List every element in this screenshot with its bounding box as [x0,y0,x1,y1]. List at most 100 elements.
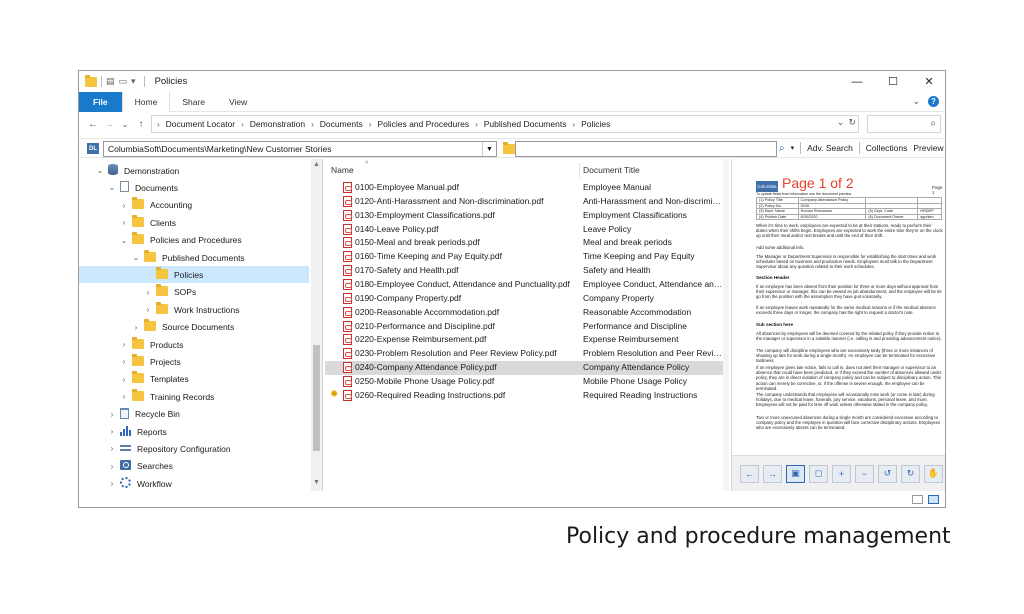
file-row[interactable]: 0150-Meal and break periods.pdf Meal and … [325,236,723,250]
file-row[interactable]: 0220-Expense Reimbursement.pdf Expense Re… [325,333,723,347]
file-row[interactable]: 0250-Mobile Phone Usage Policy.pdf Mobile… [325,375,723,389]
column-header-document-title[interactable]: Document Title [583,165,640,175]
zoom-in-button[interactable]: + [832,464,851,483]
tree-item-accounting[interactable]: › Accounting [79,197,309,214]
tree-item-training-records[interactable]: › Training Records [79,388,309,405]
column-divider[interactable] [579,163,580,179]
column-header-name[interactable]: Name [331,165,354,175]
chevron-right-icon[interactable]: › [107,479,117,488]
chevron-down-icon[interactable]: ▼ [482,142,496,156]
chevron-right-icon[interactable]: › [119,201,129,210]
zoom-out-button[interactable]: − [855,464,874,483]
tree-item-clients[interactable]: › Clients [79,214,309,231]
chevron-right-icon[interactable]: › [131,323,141,332]
collections-button[interactable]: Collections [866,143,908,153]
search-dropdown-icon[interactable]: ▾ [791,144,795,152]
tree-item-workflow[interactable]: › Workflow [79,475,309,491]
refresh-icon[interactable]: ↻ [848,117,856,128]
breadcrumb-demonstration[interactable]: Demonstration [250,119,305,129]
file-row[interactable]: 0240-Company Attendance Policy.pdf Compan… [325,361,723,375]
quick-search-input[interactable] [515,141,777,157]
tree-item-recycle-bin[interactable]: › Recycle Bin [79,406,309,423]
fit-width-button[interactable]: ◻ [809,464,828,483]
address-dropdown-icon[interactable]: ⌄ [837,117,845,128]
tree-item-work-instructions[interactable]: › Work Instructions [79,301,309,318]
folder-icon[interactable] [503,142,515,154]
previous-page-button[interactable]: ← [740,464,759,483]
search-icon[interactable]: ⌕ [930,118,936,129]
tree-item-templates[interactable]: › Templates [79,371,309,388]
tab-share[interactable]: Share [170,92,217,112]
file-row[interactable]: 0130-Employment Classifications.pdf Emplo… [325,209,723,223]
tree-item-projects[interactable]: › Projects [79,353,309,370]
chevron-right-icon[interactable]: › [107,427,117,436]
address-bar[interactable]: › Document Locator › Demonstration › Doc… [151,115,859,133]
chevron-down-icon[interactable]: ⌄ [95,166,105,175]
fit-page-button[interactable]: ▣ [786,464,805,483]
breadcrumb-policies[interactable]: Policies [581,119,610,129]
tree-item-products[interactable]: › Products [79,336,309,353]
pan-tool-button[interactable]: ✋ [924,464,943,483]
chevron-right-icon[interactable]: › [119,340,129,349]
tree-item-demonstration[interactable]: ⌄ Demonstration [79,162,309,179]
file-row[interactable]: 0170-Safety and Health.pdf Safety and Hea… [325,264,723,278]
tab-file[interactable]: File [79,91,122,112]
tree-item-sops[interactable]: › SOPs [79,284,309,301]
file-row[interactable]: 0100-Employee Manual.pdf Employee Manual [325,181,723,195]
search-input[interactable]: ⌕ [867,115,941,133]
rotate-right-button[interactable]: ↻ [901,464,920,483]
advanced-search-button[interactable]: Adv. Search [807,143,853,153]
close-button[interactable]: ✕ [911,71,945,92]
scroll-down-icon[interactable]: ▼ [311,479,322,486]
maximize-button[interactable]: ☐ [875,71,911,92]
tab-home[interactable]: Home [121,91,171,112]
path-combobox[interactable]: ColumbiaSoft\Documents\Marketing\New Cus… [103,141,497,157]
details-view-icon[interactable] [912,494,923,504]
file-row[interactable]: 0210-Performance and Discipline.pdf Perfo… [325,320,723,334]
chevron-right-icon[interactable]: › [119,357,129,366]
preview-button[interactable]: Preview [913,143,943,153]
tab-view[interactable]: View [217,92,259,112]
new-folder-icon[interactable]: ▭ [119,76,128,87]
minimize-button[interactable]: — [839,71,875,92]
chevron-right-icon[interactable]: › [119,218,129,227]
properties-icon[interactable]: ▤ [106,76,115,87]
chevron-right-icon[interactable]: › [119,375,129,384]
file-row[interactable]: 0160-Time Keeping and Pay Equity.pdf Time… [325,250,723,264]
chevron-right-icon[interactable]: › [107,410,117,419]
large-icons-view-icon[interactable] [928,494,939,504]
chevron-right-icon[interactable]: › [107,444,117,453]
breadcrumb-policies-and-procedures[interactable]: Policies and Procedures [377,119,469,129]
chevron-right-icon[interactable]: › [143,288,153,297]
file-row[interactable]: 0140-Leave Policy.pdf Leave Policy [325,223,723,237]
chevron-down-icon[interactable]: ⌄ [107,183,117,192]
breadcrumb-document-locator[interactable]: Document Locator [166,119,235,129]
chevron-down-icon[interactable]: ⌄ [119,236,129,245]
tree-item-repository-configuration[interactable]: › Repository Configuration [79,440,309,457]
tree-item-searches[interactable]: › Searches [79,458,309,475]
breadcrumb-published-documents[interactable]: Published Documents [484,119,567,129]
file-list-scrollbar[interactable] [723,159,729,491]
recent-locations-button[interactable]: ⌄ [117,120,133,129]
forward-button[interactable]: → [101,119,117,130]
file-list[interactable]: Name ^ Document Title 0100-Employee Manu… [325,159,729,491]
scrollbar-thumb[interactable] [313,345,320,451]
chevron-right-icon[interactable]: › [143,305,153,314]
tree-item-policies[interactable]: Policies [79,266,309,284]
up-button[interactable]: ↑ [133,119,149,130]
navigation-scrollbar[interactable]: ▲ ▼ [311,159,322,491]
tree-item-source-documents[interactable]: › Source Documents [79,319,309,336]
tree-item-reports[interactable]: › Reports [79,423,309,440]
back-button[interactable]: ← [85,119,101,130]
tree-item-documents[interactable]: ⌄ Documents [79,179,309,196]
expand-ribbon-icon[interactable]: ⌄ [912,96,920,107]
file-row[interactable]: 0120-Anti-Harassment and Non-discriminat… [325,195,723,209]
file-row[interactable]: 0230-Problem Resolution and Peer Review … [325,347,723,361]
file-row[interactable]: 0180-Employee Conduct, Attendance and Pu… [325,278,723,292]
breadcrumb-documents[interactable]: Documents [320,119,363,129]
help-icon[interactable]: ? [928,96,939,107]
search-icon[interactable]: ⌕ [779,143,785,154]
navigation-pane[interactable]: ⌄ Demonstration ⌄ Documents › Accounting › Clie… [79,159,323,491]
tree-item-published-documents[interactable]: ⌄ Published Documents [79,249,309,266]
file-row[interactable]: 0200-Reasonable Accommodation.pdf Reasona… [325,306,723,320]
